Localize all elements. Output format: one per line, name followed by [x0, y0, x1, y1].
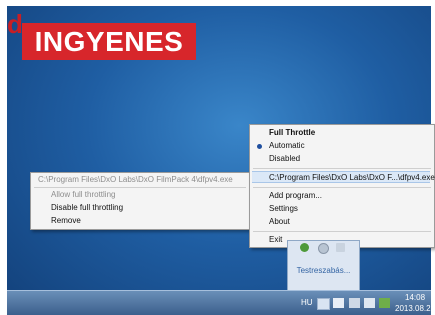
- program-path-item: C:\Program Files\DxO Labs\DxO FilmPack 4…: [38, 175, 233, 184]
- radio-selected-icon: [257, 144, 262, 149]
- flag-icon[interactable]: [333, 298, 344, 308]
- green-app-icon[interactable]: [300, 243, 309, 252]
- ingyenes-banner: INGYENES: [22, 23, 196, 60]
- language-indicator[interactable]: HU: [301, 298, 313, 307]
- disable-full-throttling-item[interactable]: Disable full throttling: [51, 202, 123, 214]
- top-border: [0, 0, 435, 6]
- settings-item[interactable]: Settings: [269, 203, 298, 215]
- exit-item[interactable]: Exit: [269, 234, 282, 246]
- menu-separator: [253, 187, 431, 188]
- program-entry-item[interactable]: C:\Program Files\DxO Labs\DxO F...\dfpv4…: [252, 171, 435, 183]
- remove-item[interactable]: Remove: [51, 215, 81, 227]
- automatic-item[interactable]: Automatic: [269, 140, 305, 152]
- clock-date[interactable]: 2013.08.21.: [395, 304, 435, 313]
- taskbar: HU 14:08 2013.08.21.: [7, 290, 435, 315]
- circle-app-icon[interactable]: [318, 243, 329, 254]
- app-tray-icon[interactable]: [379, 298, 390, 308]
- customize-link[interactable]: Testreszabás...: [288, 266, 359, 275]
- network-icon[interactable]: [349, 298, 360, 308]
- disabled-item[interactable]: Disabled: [269, 153, 300, 165]
- about-item[interactable]: About: [269, 216, 290, 228]
- add-program-item[interactable]: Add program...: [269, 190, 322, 202]
- full-throttle-header: Full Throttle: [269, 128, 316, 137]
- keyboard-icon[interactable]: [317, 298, 330, 310]
- device-app-icon[interactable]: [336, 243, 345, 252]
- left-border: [0, 0, 7, 314]
- tray-overflow-popup: Testreszabás...: [287, 240, 360, 292]
- menu-separator: [34, 187, 246, 188]
- clock-time[interactable]: 14:08: [405, 293, 425, 302]
- tray-overflow-icons: [296, 243, 351, 255]
- allow-full-throttling-item: Allow full throttling: [51, 190, 116, 199]
- menu-separator: [253, 231, 431, 232]
- volume-icon[interactable]: [364, 298, 375, 308]
- banner-title: INGYENES: [34, 26, 184, 57]
- tray-context-menu: Full Throttle Automatic Disabled C:\Prog…: [249, 124, 435, 248]
- menu-separator: [253, 168, 431, 169]
- program-submenu: C:\Program Files\DxO Labs\DxO FilmPack 4…: [30, 172, 250, 230]
